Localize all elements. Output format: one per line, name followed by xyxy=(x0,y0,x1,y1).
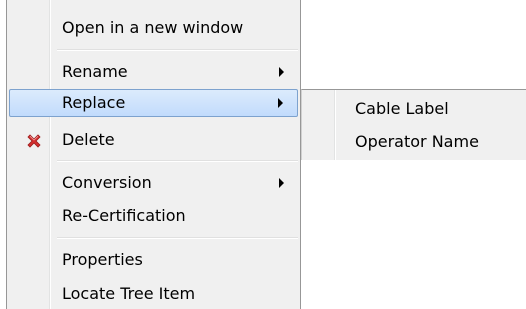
submenu-item-label: Cable Label xyxy=(355,99,449,118)
chevron-right-icon xyxy=(279,178,284,188)
menu-item-properties[interactable]: Properties xyxy=(9,246,298,274)
menu-item-label: Rename xyxy=(62,62,128,81)
chevron-right-icon xyxy=(279,67,284,77)
menu-item-label: Conversion xyxy=(62,173,152,192)
menu-item-replace[interactable]: Replace xyxy=(9,89,298,117)
menu-item-locate-tree-item[interactable]: Locate Tree Item xyxy=(9,280,298,308)
menu-item-conversion[interactable]: Conversion xyxy=(9,169,298,197)
submenu-item-operator-name[interactable]: Operator Name xyxy=(304,127,479,157)
submenu-item-label: Operator Name xyxy=(355,132,479,151)
menu-separator xyxy=(57,160,298,162)
menu-item-label: Open in a new window xyxy=(62,18,244,37)
menu-item-open-in-new-window[interactable]: Open in a new window xyxy=(9,14,298,42)
replace-submenu: Cable Label Operator Name xyxy=(301,89,526,160)
chevron-right-icon xyxy=(278,98,283,108)
context-menu: Open in a new window Rename Replace Dele… xyxy=(6,0,301,309)
delete-x-icon xyxy=(27,134,41,148)
menu-item-delete[interactable]: Delete xyxy=(9,126,298,154)
menu-item-re-certification[interactable]: Re-Certification xyxy=(9,202,298,230)
menu-item-label: Locate Tree Item xyxy=(62,284,196,303)
menu-separator xyxy=(57,49,298,51)
submenu-item-cable-label[interactable]: Cable Label xyxy=(304,94,449,124)
menu-item-label: Replace xyxy=(62,93,126,112)
menu-item-rename[interactable]: Rename xyxy=(9,58,298,86)
menu-item-label: Delete xyxy=(62,130,115,149)
context-menu-stage: Open in a new window Rename Replace Dele… xyxy=(0,0,526,309)
menu-separator xyxy=(57,237,298,239)
menu-item-label: Properties xyxy=(62,250,143,269)
menu-item-label: Re-Certification xyxy=(62,206,186,225)
